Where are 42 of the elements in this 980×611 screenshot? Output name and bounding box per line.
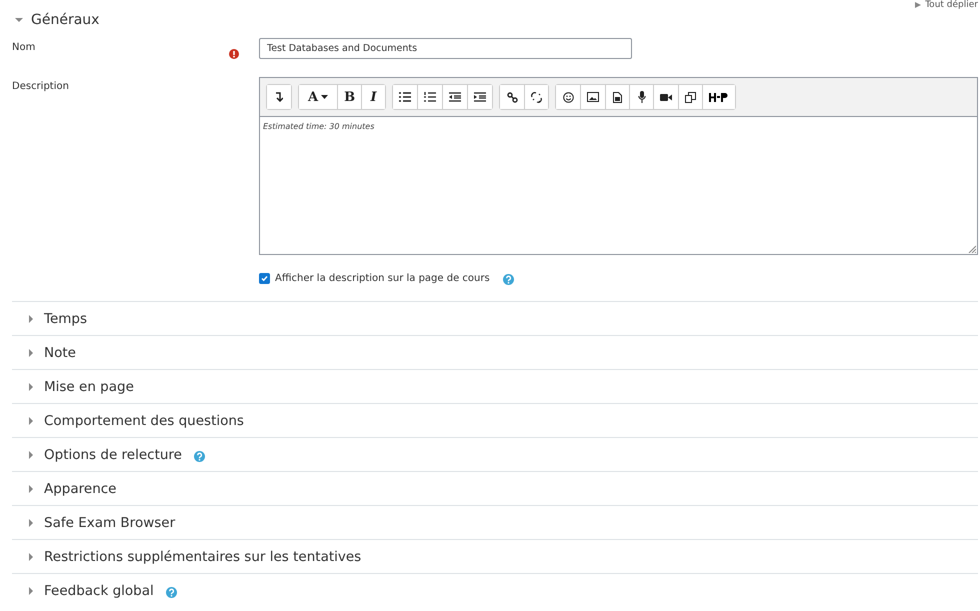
name-input[interactable]: Test Databases and Documents [259,38,632,59]
section-toggle[interactable]: Note [44,344,76,360]
document-icon [613,92,622,102]
indent-icon [474,92,486,102]
section-toggle[interactable]: Généraux [31,12,100,28]
field-label: Nom [12,41,36,55]
numbered-list-icon [424,92,436,102]
microphone-icon [638,91,646,103]
section-toggle[interactable]: Feedback global [44,582,154,598]
smiley-icon [562,92,574,102]
caret-icon [321,95,328,99]
h5p-logo-icon [709,92,730,102]
h5p-button[interactable] [702,85,736,109]
help-icon[interactable] [194,451,205,462]
resize-grip-icon[interactable] [968,245,976,253]
section-toggle[interactable]: Apparence [44,480,116,496]
section-toggle[interactable]: Safe Exam Browser [44,514,176,530]
unlink-button[interactable] [524,85,548,109]
field-label: Description [12,80,70,94]
bullet-list-icon [399,92,412,102]
section-toggle[interactable]: Mise en page [44,378,134,394]
indent-button[interactable] [467,85,492,109]
outdent-icon [449,92,462,102]
text-editor[interactable]: A B I Estimated time: 30 minutes [259,77,978,255]
arrow-down-icon [275,92,283,102]
caret-icon [915,2,922,8]
link-icon [506,92,518,102]
checkbox[interactable] [259,272,270,284]
italic-button[interactable]: I [361,85,386,109]
help-icon[interactable] [502,274,514,285]
expand-all-link[interactable]: Tout déplier [925,0,978,10]
section-toggle[interactable]: Options de relecture [44,446,182,462]
copy-files-icon [685,92,696,102]
section-toggle[interactable]: Temps [44,310,88,326]
checkbox-label: Afficher la description sur la page de cours [275,272,490,284]
section-toggle[interactable]: Comportement des questions [44,412,244,428]
video-camera-icon [660,92,672,102]
image-icon [587,92,600,102]
editor-text: Estimated time: 30 minutes [262,121,376,133]
unlink-icon [531,92,542,102]
section-toggle[interactable]: Restrictions supplémentaires sur les tentatives [44,548,362,564]
help-icon[interactable] [166,587,177,598]
